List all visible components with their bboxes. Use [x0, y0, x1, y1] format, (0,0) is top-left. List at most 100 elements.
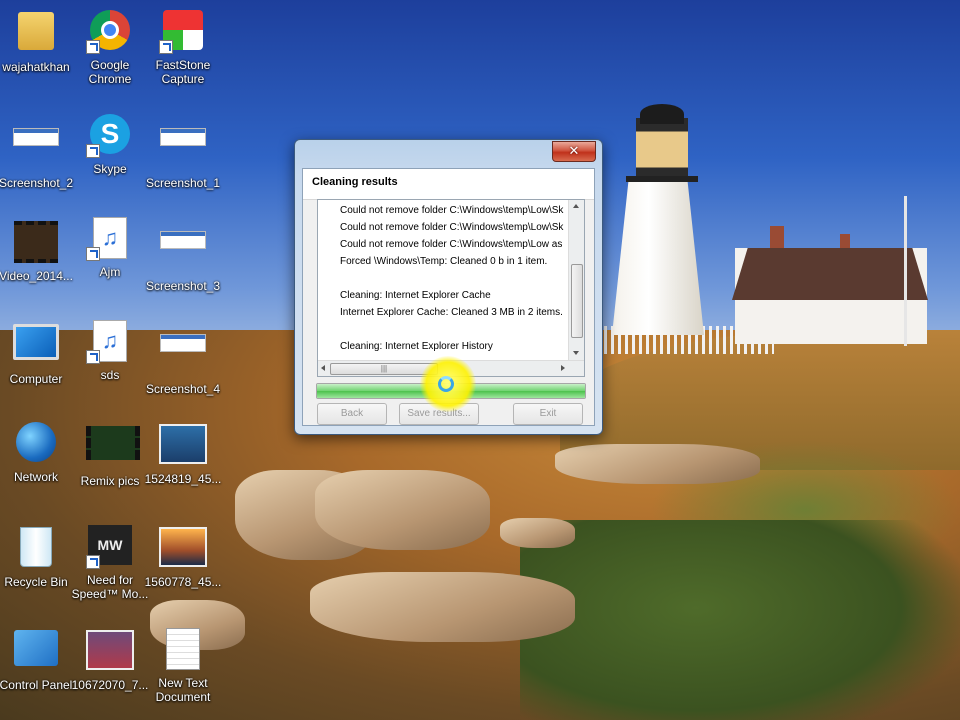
- lighthouse-lantern: [636, 118, 688, 180]
- desktop-icon-computer[interactable]: Computer: [0, 318, 76, 386]
- dialog-header: Cleaning results: [303, 169, 594, 200]
- desktop-icon-label: New Text Document: [155, 676, 211, 704]
- exit-button[interactable]: Exit: [513, 403, 583, 425]
- scroll-right-icon[interactable]: [561, 365, 565, 371]
- desktop-icon-label: wajahatkhan: [2, 60, 70, 74]
- busy-cursor-icon: [438, 376, 454, 392]
- lighthouse-cap: [640, 104, 684, 124]
- desktop-icon-video-2014[interactable]: Video_2014...: [0, 215, 76, 283]
- desktop-icon-label: Screenshot_4: [145, 382, 221, 396]
- desktop-icon-sds[interactable]: ♫ sds: [70, 318, 150, 382]
- desktop-icon-label: 10672070_7...: [71, 678, 149, 692]
- game-shortcut-icon: MW: [86, 525, 134, 569]
- wallpaper-rock: [315, 470, 490, 550]
- vertical-scroll-thumb[interactable]: [571, 264, 583, 338]
- chrome-icon: [86, 10, 134, 54]
- result-line: Forced \Windows\Temp: Cleaned 0 b in 1 i…: [340, 256, 548, 267]
- result-line: Cleaning: Internet Explorer Cache: [340, 290, 491, 301]
- desktop-icon-label: Control Panel: [0, 678, 73, 692]
- desktop-icon-label: FastStone Capture: [155, 58, 211, 86]
- photo-thumbnail-icon: [159, 527, 207, 571]
- image-thumbnail-icon: [159, 334, 207, 378]
- desktop-icon-label: sds: [100, 368, 120, 382]
- result-line: Could not remove folder C:\Windows\temp\…: [340, 205, 564, 216]
- desktop-icon-google-chrome[interactable]: Google Chrome: [70, 8, 150, 86]
- desktop-icon-label: Network: [13, 470, 58, 484]
- keeper-house-roof: [732, 248, 928, 300]
- video-file-icon: [86, 426, 140, 470]
- shortcut-arrow-icon: [86, 555, 100, 569]
- desktop-icon-label: Computer: [9, 372, 63, 386]
- desktop-icon-label: Recycle Bin: [4, 575, 68, 589]
- desktop-icon-faststone-capture[interactable]: FastStone Capture: [143, 8, 223, 86]
- control-panel-icon: [12, 630, 60, 674]
- shortcut-arrow-icon: [86, 40, 100, 54]
- dialog-title: Cleaning results: [312, 176, 398, 188]
- shortcut-arrow-icon: [86, 247, 100, 261]
- shortcut-arrow-icon: [86, 350, 100, 364]
- desktop-icon-label: Screenshot_3: [145, 279, 221, 293]
- desktop-icon-label: Ajm: [99, 265, 121, 279]
- desktop-icon-10672070[interactable]: 10672070_7...: [70, 626, 150, 692]
- wallpaper-rock: [310, 572, 575, 642]
- desktop-icon-new-text-document[interactable]: New Text Document: [143, 626, 223, 704]
- desktop-icon-screenshot-3[interactable]: Screenshot_3: [143, 215, 223, 293]
- desktop-icon-control-panel[interactable]: Control Panel: [0, 626, 76, 692]
- scroll-left-icon[interactable]: [321, 365, 325, 371]
- desktop-icon-1560778[interactable]: 1560778_45...: [143, 523, 223, 589]
- desktop-icon-network[interactable]: Network: [0, 420, 76, 484]
- desktop-icon-label: Google Chrome: [88, 58, 132, 86]
- close-button[interactable]: ✕: [552, 141, 596, 162]
- photo-thumbnail-icon: [159, 424, 207, 468]
- shortcut-arrow-icon: [86, 144, 100, 158]
- video-file-icon: [12, 221, 60, 265]
- recycle-bin-icon: [12, 527, 60, 571]
- desktop-icon-screenshot-2[interactable]: Screenshot_2: [0, 112, 76, 190]
- result-line: [340, 270, 570, 287]
- desktop-icon-label: Screenshot_1: [145, 176, 221, 190]
- image-thumbnail-icon: [12, 128, 60, 172]
- user-folder-icon: [12, 12, 60, 56]
- result-line: Could not remove folder C:\Windows\temp\…: [340, 239, 563, 250]
- skype-icon: S: [86, 114, 134, 158]
- text-document-icon: [159, 628, 207, 672]
- desktop-icon-label: Remix pics: [80, 474, 140, 488]
- desktop-icon-wajahatkhan[interactable]: wajahatkhan: [0, 8, 76, 74]
- scroll-up-icon[interactable]: [573, 204, 579, 208]
- scroll-down-icon[interactable]: [573, 351, 579, 355]
- desktop-icon-screenshot-1[interactable]: Screenshot_1: [143, 112, 223, 190]
- photo-thumbnail-icon: [86, 630, 134, 674]
- lighthouse-railing: [626, 176, 698, 182]
- computer-icon: [12, 324, 60, 368]
- results-list[interactable]: Could not remove folder C:\Windows\temp\…: [317, 199, 585, 377]
- faststone-capture-icon: [159, 10, 207, 54]
- desktop-icon-label: Skype: [93, 162, 127, 176]
- desktop-icon-label: 1560778_45...: [144, 575, 222, 589]
- results-lines: Could not remove folder C:\Windows\temp\…: [340, 202, 570, 355]
- result-line: Internet Explorer Cache: Cleaned 3 MB in…: [340, 307, 563, 318]
- wallpaper-rock: [555, 444, 760, 484]
- desktop-icon-screenshot-4[interactable]: Screenshot_4: [143, 318, 223, 396]
- network-icon: [12, 422, 60, 466]
- desktop-icon-recycle-bin[interactable]: Recycle Bin: [0, 523, 76, 589]
- desktop-icon-label: Need for Speed™ Mo...: [71, 573, 149, 601]
- desktop-icon-ajm[interactable]: ♫ Ajm: [70, 215, 150, 279]
- flagpole: [904, 196, 907, 346]
- back-button[interactable]: Back: [317, 403, 387, 425]
- shortcut-arrow-icon: [159, 40, 173, 54]
- wallpaper-rock: [500, 518, 575, 548]
- audio-file-icon: ♫: [86, 320, 134, 364]
- result-line: Cleaning: Internet Explorer History: [340, 341, 493, 352]
- audio-file-icon: ♫: [86, 217, 134, 261]
- vertical-scrollbar[interactable]: [568, 200, 584, 360]
- lighthouse-tower: [612, 180, 704, 335]
- desktop-icon-need-for-speed[interactable]: MW Need for Speed™ Mo...: [70, 523, 150, 601]
- image-thumbnail-icon: [159, 128, 207, 172]
- desktop-icon-skype[interactable]: S Skype: [70, 112, 150, 176]
- desktop-icon-label: 1524819_45...: [144, 472, 222, 486]
- desktop-icon-remix-pics[interactable]: Remix pics: [70, 420, 150, 488]
- desktop-icon-1524819[interactable]: 1524819_45...: [143, 420, 223, 486]
- image-thumbnail-icon: [159, 231, 207, 275]
- result-line: [340, 321, 570, 338]
- desktop-icon-label: Video_2014...: [0, 269, 73, 283]
